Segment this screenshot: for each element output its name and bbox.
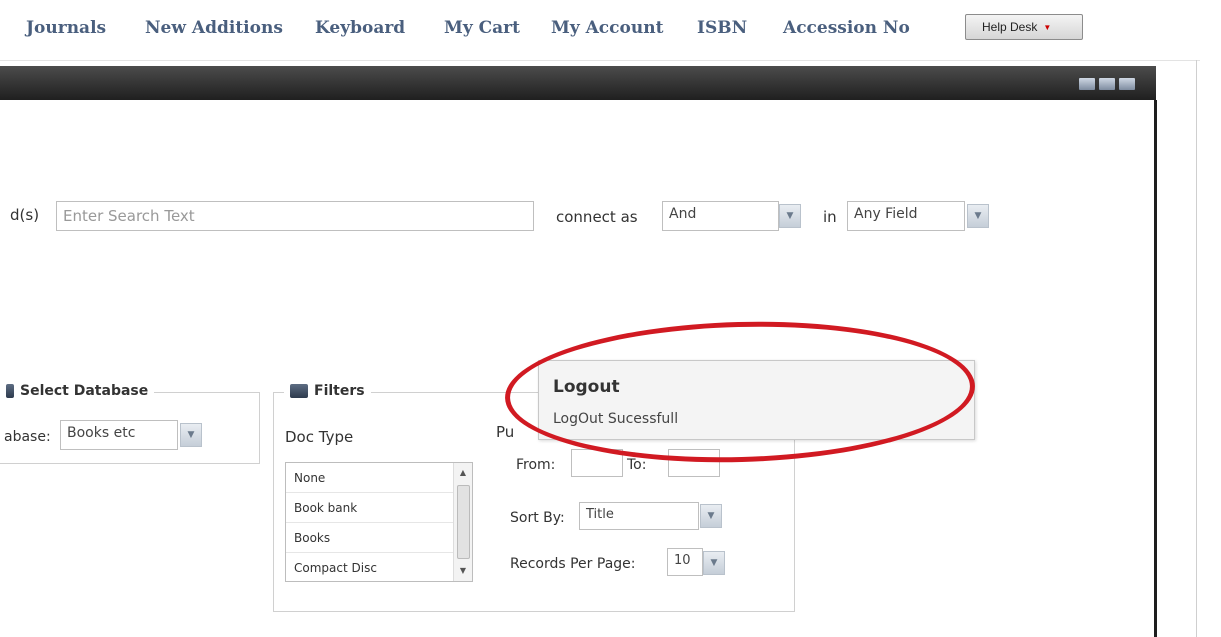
chevron-down-icon: ▼ — [707, 511, 715, 521]
from-year-input[interactable] — [571, 449, 623, 477]
list-item[interactable]: Book bank — [286, 493, 454, 523]
restore-icon[interactable] — [1099, 78, 1115, 90]
records-per-page-label: Records Per Page: — [510, 556, 636, 572]
logout-notification: Logout LogOut Sucessfull — [538, 360, 975, 440]
filters-title: Filters — [314, 383, 365, 399]
sort-by-label: Sort By: — [510, 510, 565, 526]
list-item[interactable]: None — [286, 463, 454, 493]
sort-by-select[interactable]: Title — [579, 502, 699, 530]
nav-new-additions[interactable]: New Additions — [145, 18, 283, 38]
close-icon[interactable] — [1119, 78, 1135, 90]
select-database-legend: Select Database — [0, 383, 155, 399]
chevron-down-icon: ▼ — [786, 211, 794, 221]
sort-dropdown-button[interactable]: ▼ — [700, 504, 722, 528]
scroll-thumb[interactable] — [457, 485, 470, 559]
select-database-title: Select Database — [20, 383, 149, 399]
top-navigation: Journals New Additions Keyboard My Cart … — [0, 0, 1221, 62]
nav-my-account[interactable]: My Account — [551, 18, 663, 38]
chevron-down-icon: ▼ — [974, 211, 982, 221]
nav-keyboard[interactable]: Keyboard — [315, 18, 405, 38]
list-item[interactable]: Compact Disc — [286, 553, 454, 583]
filter-icon — [290, 384, 308, 398]
filters-legend: Filters — [284, 383, 371, 399]
chevron-down-icon: ▼ — [710, 558, 718, 568]
field-dropdown-button[interactable]: ▼ — [967, 204, 989, 228]
to-year-input[interactable] — [668, 449, 720, 477]
connect-as-select[interactable]: And — [662, 201, 779, 231]
database-select[interactable]: Books etc — [60, 420, 178, 450]
nav-my-cart[interactable]: My Cart — [444, 18, 520, 38]
publication-label: Pu — [496, 423, 515, 441]
nav-isbn[interactable]: ISBN — [697, 18, 747, 38]
database-label: abase: — [4, 429, 51, 445]
to-label: To: — [627, 457, 647, 473]
help-desk-button[interactable]: Help Desk ▼ — [965, 14, 1083, 40]
search-input[interactable]: Enter Search Text — [56, 201, 534, 231]
connect-as-label: connect as — [556, 208, 638, 226]
chevron-down-icon: ▼ — [1043, 22, 1052, 32]
connect-dropdown-button[interactable]: ▼ — [779, 204, 801, 228]
nav-journals[interactable]: Journals — [26, 18, 106, 38]
chevron-down-icon: ▼ — [187, 430, 195, 440]
nav-divider — [0, 60, 1200, 61]
help-desk-label: Help Desk — [982, 20, 1038, 34]
list-item[interactable]: Books — [286, 523, 454, 553]
nav-accession-no[interactable]: Accession No — [783, 18, 910, 38]
doc-type-listbox[interactable]: None Book bank Books Compact Disc ▲ ▼ — [285, 462, 473, 582]
minimize-icon[interactable] — [1079, 78, 1095, 90]
field-select[interactable]: Any Field — [847, 201, 965, 231]
scroll-down-icon[interactable]: ▼ — [454, 563, 472, 579]
records-dropdown-button[interactable]: ▼ — [703, 551, 725, 575]
window-titlebar — [0, 66, 1156, 100]
doc-type-label: Doc Type — [285, 428, 354, 446]
database-dropdown-button[interactable]: ▼ — [180, 423, 202, 447]
notification-message: LogOut Sucessfull — [553, 411, 679, 427]
records-per-page-select[interactable]: 10 — [667, 548, 703, 576]
keywords-label: d(s) — [10, 206, 40, 224]
scroll-up-icon[interactable]: ▲ — [454, 465, 472, 481]
doc-type-scrollbar[interactable]: ▲ ▼ — [453, 463, 472, 581]
in-label: in — [823, 208, 837, 226]
notification-title: Logout — [553, 377, 620, 397]
from-label: From: — [516, 457, 556, 473]
page-edge-divider — [1196, 60, 1197, 637]
database-icon — [6, 384, 14, 398]
